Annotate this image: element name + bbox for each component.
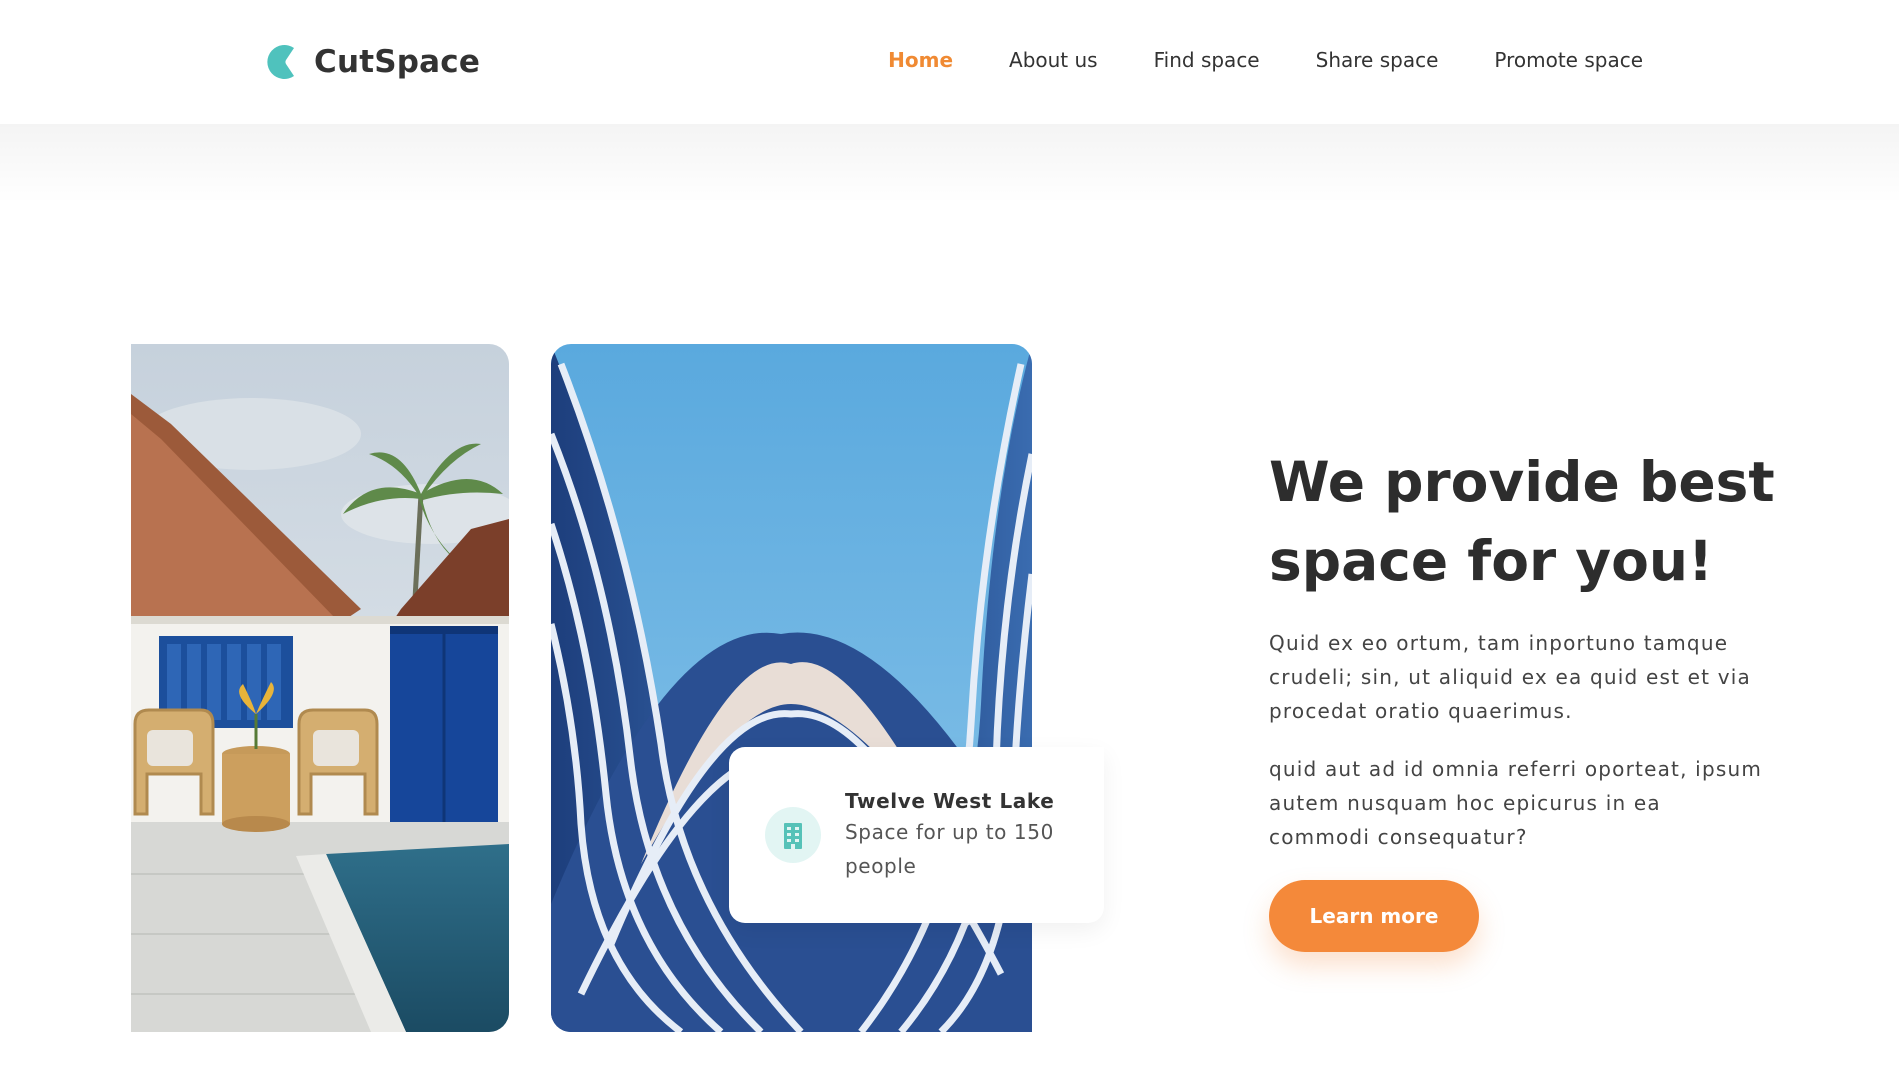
nav-item-find-space[interactable]: Find space [1154, 48, 1260, 72]
nav-item-promote-space[interactable]: Promote space [1494, 48, 1643, 72]
nav-item-home[interactable]: Home [888, 48, 953, 72]
brand-logo[interactable]: CutSpace [264, 40, 480, 84]
space-card-description: Space for up to 150 people [845, 820, 1054, 878]
modern-building-photo [551, 344, 1032, 1032]
brand-name: CutSpace [314, 44, 481, 80]
hero-paragraph-2: quid aut ad id omnia referri oporteat, i… [1269, 757, 1763, 849]
site-header: CutSpace Home About us Find space Share … [0, 0, 1899, 124]
building-icon [765, 807, 821, 863]
space-card-title: Twelve West Lake [845, 789, 1055, 813]
main-nav: Home About us Find space Share space Pro… [888, 48, 1643, 72]
villa-photo [131, 344, 509, 1032]
hero-title: We provide best space for you! [1269, 450, 1775, 593]
landing-page: CutSpace Home About us Find space Share … [0, 0, 1899, 1079]
header-shadow [0, 124, 1899, 204]
learn-more-button[interactable]: Learn more [1269, 880, 1479, 952]
logo-mark-icon [267, 45, 294, 79]
nav-item-about-us[interactable]: About us [1009, 48, 1098, 72]
space-info-card[interactable]: Twelve West Lake Space for up to 150 peo… [729, 747, 1104, 923]
nav-item-share-space[interactable]: Share space [1316, 48, 1439, 72]
hero-paragraph-1: Quid ex eo ortum, tam inportuno tamque c… [1269, 631, 1752, 723]
